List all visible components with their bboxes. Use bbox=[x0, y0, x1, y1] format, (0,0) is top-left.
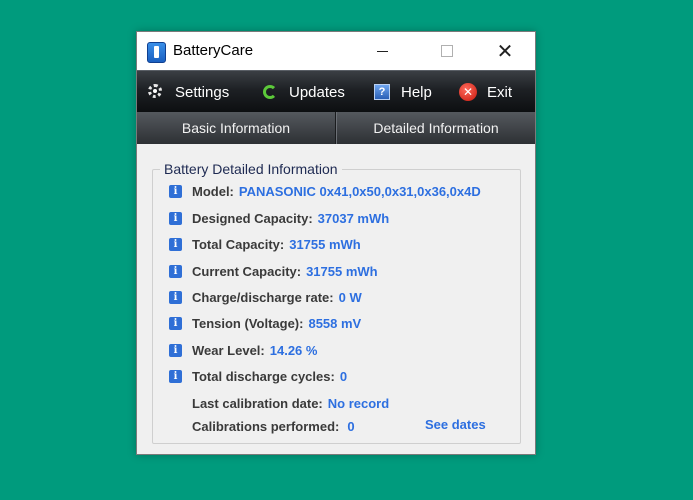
exit-label: Exit bbox=[487, 83, 513, 101]
detail-value: 0 bbox=[339, 368, 348, 384]
detail-label: Model: bbox=[192, 183, 234, 199]
detail-label: Wear Level: bbox=[192, 342, 265, 358]
detail-value: 8558 mV bbox=[308, 315, 362, 331]
detail-row-wear-level: i Wear Level: 14.26 % bbox=[169, 341, 317, 359]
calibration-date-row: Last calibration date: No record bbox=[192, 394, 389, 412]
gear-icon bbox=[147, 83, 165, 101]
info-icon: i bbox=[169, 237, 182, 251]
exit-x-icon: ✕ bbox=[459, 83, 477, 101]
detail-value: 31755 mWh bbox=[306, 263, 378, 279]
detail-label: Current Capacity: bbox=[192, 263, 302, 279]
settings-label: Settings bbox=[175, 83, 230, 101]
exit-button[interactable]: ✕ Exit bbox=[459, 71, 512, 113]
detail-label: Tension (Voltage): bbox=[192, 315, 304, 331]
info-icon: i bbox=[169, 264, 182, 278]
detail-row-discharge-cycles: i Total discharge cycles: 0 bbox=[169, 367, 347, 385]
main-toolbar: Settings Updates ? Help ✕ Exit bbox=[137, 70, 535, 113]
minimize-button[interactable] bbox=[359, 32, 405, 70]
detail-label: Total discharge cycles: bbox=[192, 368, 335, 384]
window-title: BatteryCare bbox=[173, 42, 254, 59]
updates-button[interactable]: Updates bbox=[261, 71, 345, 113]
detail-row-designed-capacity: i Designed Capacity: 37037 mWh bbox=[169, 209, 389, 227]
calibrations-count-value: 0 bbox=[347, 418, 355, 434]
detail-value: PANASONIC 0x41,0x50,0x31,0x36,0x4D bbox=[238, 183, 481, 199]
tab-detailed-information[interactable]: Detailed Information bbox=[336, 112, 535, 144]
settings-button[interactable]: Settings bbox=[147, 71, 229, 113]
detail-row-total-capacity: i Total Capacity: 31755 mWh bbox=[169, 235, 361, 253]
see-dates-link[interactable]: See dates bbox=[425, 417, 486, 432]
battery-app-icon bbox=[147, 42, 166, 63]
help-button[interactable]: ? Help bbox=[373, 71, 432, 113]
detail-row-current-capacity: i Current Capacity: 31755 mWh bbox=[169, 262, 378, 280]
groupbox-title: Battery Detailed Information bbox=[160, 161, 342, 177]
updates-label: Updates bbox=[289, 83, 345, 101]
close-button[interactable]: ✕ bbox=[482, 32, 528, 70]
batterycare-window: BatteryCare ✕ Settings Updates ? Help ✕ … bbox=[136, 31, 536, 455]
detail-value: 31755 mWh bbox=[289, 236, 361, 252]
calibrations-count-label: Calibrations performed: bbox=[192, 418, 340, 434]
detail-label: Charge/discharge rate: bbox=[192, 289, 334, 305]
refresh-icon bbox=[261, 83, 279, 101]
info-icon: i bbox=[169, 290, 182, 304]
minimize-icon bbox=[376, 50, 388, 52]
detail-value: 14.26 % bbox=[269, 342, 318, 358]
tab-basic-information[interactable]: Basic Information bbox=[137, 112, 336, 144]
detail-label: Total Capacity: bbox=[192, 236, 285, 252]
detail-label: Designed Capacity: bbox=[192, 210, 313, 226]
detail-value: 0 W bbox=[338, 289, 362, 305]
info-icon: i bbox=[169, 211, 182, 225]
title-bar: BatteryCare ✕ bbox=[137, 32, 535, 70]
calibration-date-value: No record bbox=[327, 395, 390, 411]
calibrations-count-row: Calibrations performed: 0 bbox=[192, 417, 355, 435]
close-icon: ✕ bbox=[496, 40, 514, 63]
info-tabs: Basic Information Detailed Information bbox=[137, 112, 535, 144]
detail-row-voltage: i Tension (Voltage): 8558 mV bbox=[169, 314, 361, 332]
detail-value: 37037 mWh bbox=[317, 210, 390, 226]
info-icon: i bbox=[169, 369, 182, 383]
info-icon: i bbox=[169, 316, 182, 330]
detail-row-model: i Model: PANASONIC 0x41,0x50,0x31,0x36,0x… bbox=[169, 182, 537, 200]
help-book-icon: ? bbox=[373, 83, 391, 101]
info-icon: i bbox=[169, 184, 182, 198]
info-icon: i bbox=[169, 343, 182, 357]
maximize-icon bbox=[441, 45, 453, 57]
maximize-button[interactable] bbox=[424, 32, 470, 70]
calibration-date-label: Last calibration date: bbox=[192, 395, 323, 411]
help-label: Help bbox=[401, 83, 432, 101]
detail-row-charge-rate: i Charge/discharge rate: 0 W bbox=[169, 288, 362, 306]
